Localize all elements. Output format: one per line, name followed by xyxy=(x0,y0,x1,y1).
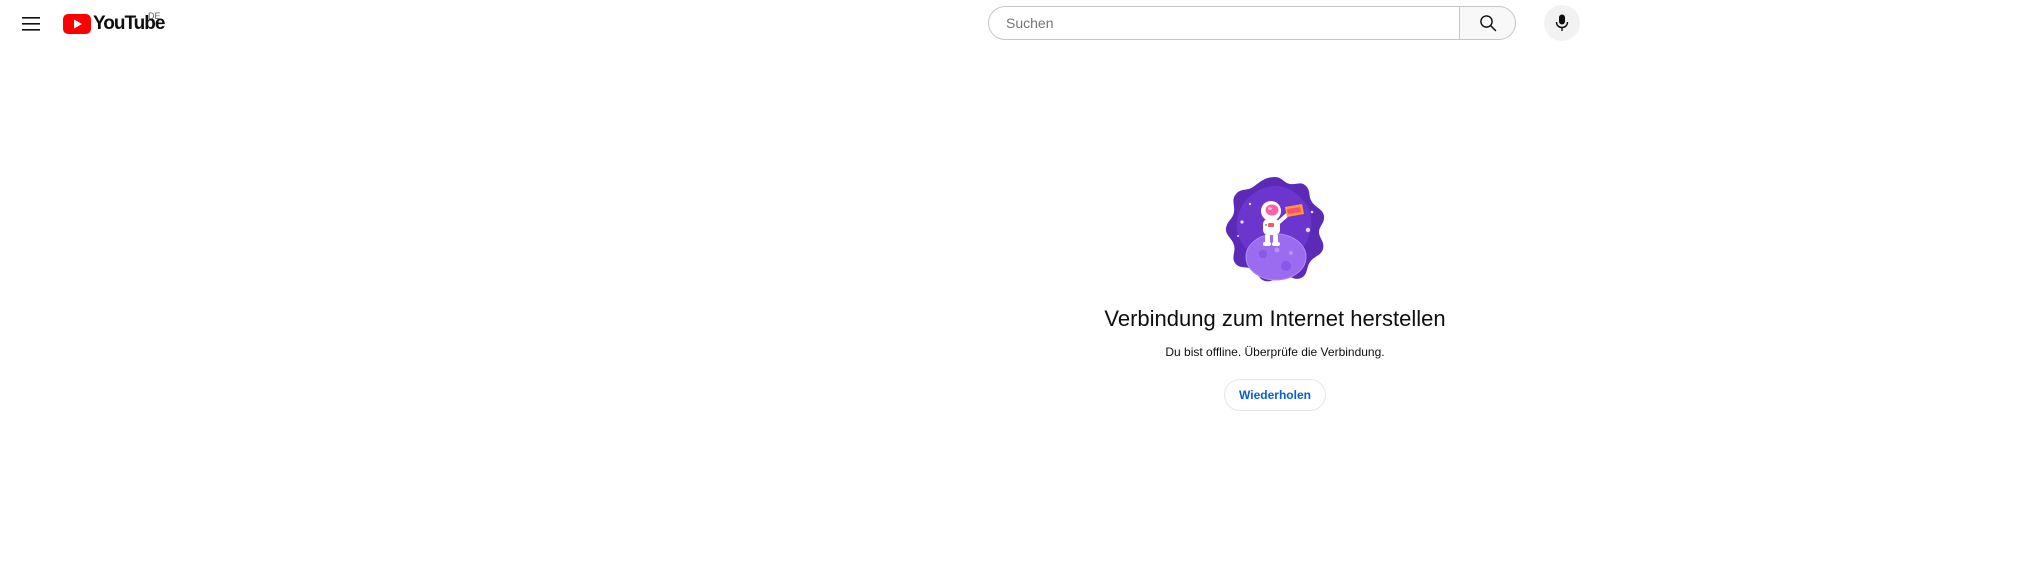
astronaut-on-planet-illustration xyxy=(1225,177,1325,282)
search-input[interactable] xyxy=(1004,14,1459,32)
microphone-icon xyxy=(1555,14,1569,31)
search-button[interactable] xyxy=(1459,6,1516,40)
offline-message: Verbindung zum Internet herstellen Du bi… xyxy=(1060,174,1490,411)
search-bar xyxy=(988,6,1516,40)
masthead: YouTube DE xyxy=(0,0,2039,48)
search-box xyxy=(988,6,1459,40)
youtube-play-icon xyxy=(63,14,91,34)
retry-button[interactable]: Wiederholen xyxy=(1224,379,1326,411)
offline-message-text: Du bist offline. Überprüfe die Verbindun… xyxy=(1165,345,1385,359)
search-icon xyxy=(1479,15,1496,32)
guide-menu-button[interactable] xyxy=(15,8,47,40)
voice-search-button[interactable] xyxy=(1544,5,1580,41)
offline-title: Verbindung zum Internet herstellen xyxy=(1104,306,1446,331)
country-code: DE xyxy=(148,11,161,21)
youtube-page: YouTube DE Suchen Verbindung zum Interne… xyxy=(0,0,2039,582)
hamburger-menu-icon xyxy=(22,17,40,31)
